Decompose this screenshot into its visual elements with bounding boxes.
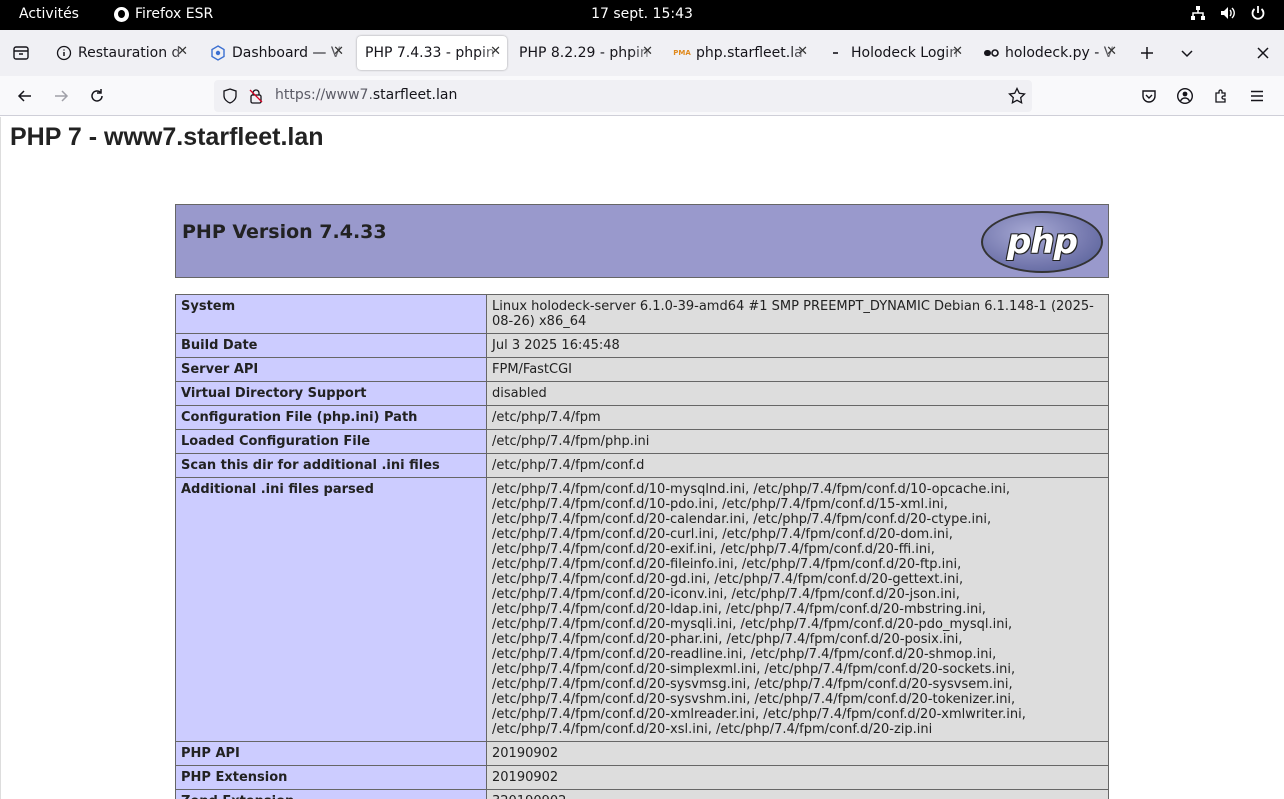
row-value: /etc/php/7.4/fpm/conf.d <box>486 453 1109 478</box>
account-icon[interactable] <box>1174 85 1196 107</box>
clock[interactable]: 17 sept. 15:43 <box>591 6 693 22</box>
row-value: /etc/php/7.4/fpm/conf.d/10-mysqlnd.ini, … <box>486 477 1109 742</box>
table-row: Loaded Configuration File/etc/php/7.4/fp… <box>175 429 1109 454</box>
close-icon[interactable]: ✕ <box>952 44 963 59</box>
table-row: PHP API 20190902 <box>175 741 1109 766</box>
row-value: /etc/php/7.4/fpm <box>486 405 1109 430</box>
menu-icon[interactable] <box>1246 85 1268 107</box>
php-version-heading: PHP Version 7.4.33 <box>182 221 387 243</box>
table-row: Configuration File (php.ini) Path/etc/ph… <box>175 405 1109 430</box>
row-key: PHP API <box>175 741 487 766</box>
table-row: Additional .ini files parsed/etc/php/7.4… <box>175 477 1109 742</box>
pocket-icon[interactable] <box>1138 85 1160 107</box>
close-icon[interactable]: ✕ <box>797 44 808 59</box>
row-key: System <box>175 294 487 334</box>
row-value: /etc/php/7.4/fpm/php.ini <box>486 429 1109 454</box>
firefox-view-icon[interactable] <box>10 42 32 64</box>
system-tray[interactable] <box>1190 5 1266 21</box>
tracking-protection-icon[interactable] <box>222 88 238 108</box>
table-row: Scan this dir for additional .ini files /… <box>175 453 1109 478</box>
tab-restauration[interactable]: Restauration d ✕ <box>48 36 194 70</box>
new-tab-button[interactable] <box>1136 42 1158 64</box>
volume-icon <box>1221 7 1235 19</box>
link-icon <box>983 45 999 61</box>
url-domain: starfleet.lan <box>372 87 458 103</box>
dash-icon <box>829 45 845 61</box>
forward-button[interactable] <box>50 85 72 107</box>
insecure-lock-icon[interactable] <box>248 88 264 108</box>
row-key: Configuration File (php.ini) Path <box>175 405 487 430</box>
close-icon[interactable]: ✕ <box>1106 44 1117 59</box>
url-text[interactable]: https://www7.starfleet.lan <box>275 87 457 103</box>
close-icon[interactable]: ✕ <box>333 44 344 59</box>
row-value: 20190902 <box>486 765 1109 790</box>
close-icon[interactable]: ✕ <box>490 44 501 59</box>
php-header: PHP Version 7.4.33 php <box>175 204 1109 278</box>
list-tabs-button[interactable] <box>1176 42 1198 64</box>
tab-holodeck-login[interactable]: Holodeck Login ✕ <box>821 36 969 70</box>
table-row: Virtual Directory Support disabled <box>175 381 1109 406</box>
tab-label: PHP 7.4.33 - phpin <box>365 45 495 61</box>
row-value: 320190902 <box>486 789 1109 799</box>
bookmark-star-icon[interactable] <box>1008 86 1026 109</box>
row-key: Additional .ini files parsed <box>175 477 487 742</box>
firefox-icon <box>114 6 129 22</box>
url-bar[interactable]: https://www7.starfleet.lan <box>214 80 1032 112</box>
url-prefix: https://www7. <box>275 87 373 103</box>
table-row: Build Date Jul 3 2025 16:45:48 <box>175 333 1109 358</box>
php-logo-text: php <box>1007 222 1078 262</box>
row-value: Linux holodeck-server 6.1.0-39-amd64 #1 … <box>486 294 1109 334</box>
row-key: Zend Extension <box>175 789 487 799</box>
tab-holodeck-py[interactable]: holodeck.py - V ✕ <box>975 36 1123 70</box>
tab-bar: Restauration d ✕ Dashboard — V ✕ PHP 7.4… <box>0 30 1284 76</box>
close-icon[interactable]: ✕ <box>177 44 188 59</box>
row-key: Build Date <box>175 333 487 358</box>
power-icon <box>1251 6 1265 20</box>
tab-php82[interactable]: PHP 8.2.29 - phpin ✕ <box>511 36 659 70</box>
table-row: Zend Extension320190902 <box>175 789 1109 799</box>
activities-button[interactable]: Activités <box>19 6 79 22</box>
table-row: PHP Extension 20190902 <box>175 765 1109 790</box>
row-value: 20190902 <box>486 741 1109 766</box>
tab-phpmyadmin[interactable]: PMA php.starfleet.la ✕ <box>666 36 814 70</box>
tab-dashboard[interactable]: Dashboard — V ✕ <box>202 36 350 70</box>
php-version-box: PHP Version 7.4.33 php <box>175 204 1109 278</box>
table-row: System Linux holodeck-server 6.1.0-39-amd… <box>175 294 1109 334</box>
tab-label: PHP 8.2.29 - phpin <box>519 45 649 61</box>
row-key: Server API <box>175 357 487 382</box>
close-window-button[interactable] <box>1252 42 1274 64</box>
row-key: Loaded Configuration File <box>175 429 487 454</box>
tab-php74[interactable]: PHP 7.4.33 - phpin ✕ <box>357 36 507 70</box>
close-icon[interactable]: ✕ <box>642 44 653 59</box>
row-value: Jul 3 2025 16:45:48 <box>486 333 1109 358</box>
phpinfo-table: System Linux holodeck-server 6.1.0-39-amd… <box>175 294 1109 799</box>
page-title: PHP 7 - www7.starfleet.lan <box>10 123 324 151</box>
php-logo[interactable]: php <box>981 211 1103 273</box>
row-value: disabled <box>486 381 1109 406</box>
navigation-toolbar: https://www7.starfleet.lan <box>0 76 1284 116</box>
app-name: Firefox ESR <box>135 6 214 22</box>
network-icon <box>1191 6 1205 20</box>
phpmyadmin-icon: PMA <box>673 49 691 57</box>
row-key: PHP Extension <box>175 765 487 790</box>
row-key: Scan this dir for additional .ini files <box>175 453 487 478</box>
row-value: FPM/FastCGI <box>486 357 1109 382</box>
row-key: Virtual Directory Support <box>175 381 487 406</box>
app-menu[interactable]: Firefox ESR <box>114 6 213 22</box>
reload-button[interactable] <box>86 85 108 107</box>
table-row: Server API FPM/FastCGI <box>175 357 1109 382</box>
info-icon <box>56 45 72 61</box>
page-content: PHP 7 - www7.starfleet.lan PHP Version 7… <box>0 117 1284 799</box>
back-button[interactable] <box>14 85 36 107</box>
extensions-icon[interactable] <box>1210 85 1232 107</box>
system-top-bar: Activités Firefox ESR 17 sept. 15:43 <box>0 0 1284 30</box>
cluster-icon <box>210 45 226 61</box>
